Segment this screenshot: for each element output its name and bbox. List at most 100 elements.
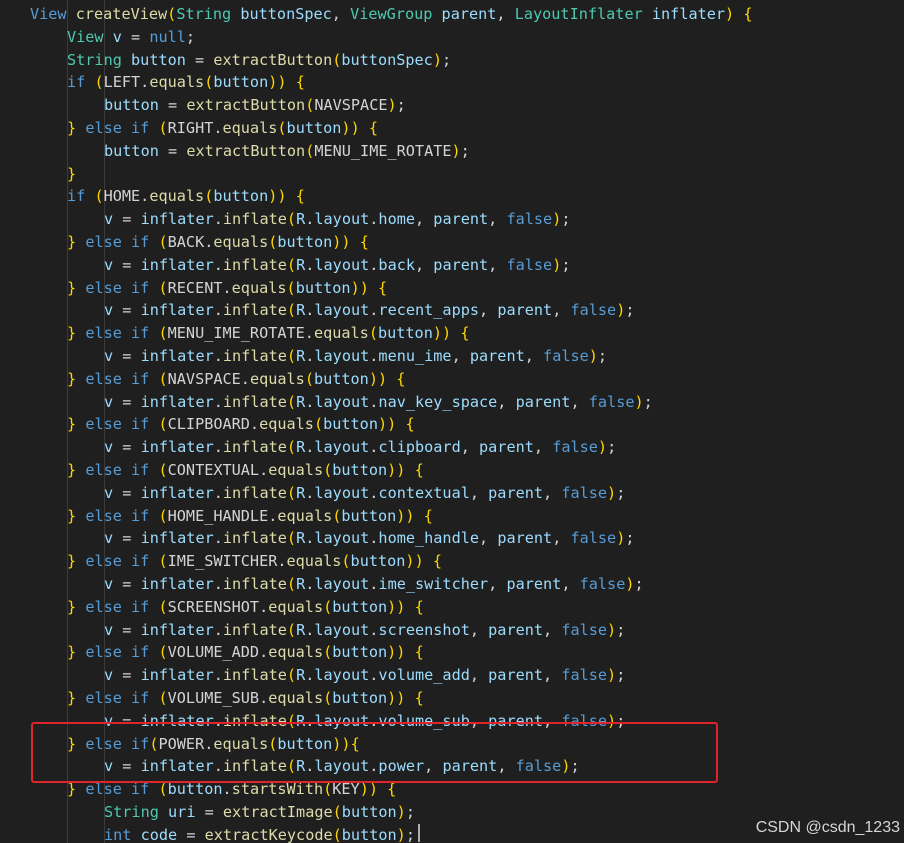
code-token: RIGHT.	[167, 119, 223, 137]
code-token: false	[543, 347, 589, 365]
code-token: button	[131, 50, 186, 69]
code-token: button	[277, 233, 333, 251]
code-token: ,	[543, 666, 562, 685]
code-token: (	[158, 689, 168, 707]
code-token: parent	[515, 392, 571, 411]
code-editor[interactable]: View createView(String buttonSpec, ViewG…	[0, 0, 904, 843]
code-token: home_handle	[378, 529, 480, 548]
code-token: NAVSPACE.	[167, 369, 250, 388]
code-token: =	[113, 392, 141, 411]
code-token: =	[113, 483, 141, 502]
code-token: HOME_HANDLE.	[167, 506, 278, 525]
code-token: layout	[314, 438, 370, 457]
code-token: =	[113, 255, 141, 274]
code-token: ,	[488, 255, 507, 274]
code-token: inflater	[140, 620, 214, 639]
code-token: .	[213, 392, 223, 411]
code-token: (	[323, 461, 333, 479]
code-token: ;	[616, 666, 626, 685]
code-token: (	[332, 50, 342, 69]
code-token: ;	[405, 803, 415, 821]
code-token: R	[296, 301, 306, 320]
code-token: else if	[85, 643, 150, 662]
code-token: )	[725, 5, 735, 23]
code-token: else if	[85, 552, 150, 571]
code-token: false	[552, 438, 598, 457]
code-token: =	[195, 803, 223, 821]
code-token: button	[104, 96, 159, 115]
code-token: ))	[341, 119, 360, 137]
code-token: ,	[469, 620, 489, 639]
code-token: (	[305, 141, 315, 160]
code-token: {	[396, 369, 406, 388]
watermark: CSDN @csdn_1233	[755, 819, 900, 836]
code-token: else if	[85, 506, 150, 525]
code-token: )	[432, 50, 442, 69]
code-token: if	[67, 73, 86, 92]
code-token: v	[104, 438, 114, 457]
code-token: ,	[552, 301, 571, 320]
code-token: }	[67, 324, 77, 343]
code-token: extractKeycode	[204, 825, 333, 843]
code-token: (	[286, 666, 297, 685]
code-token: (	[286, 438, 297, 457]
code-token: (	[286, 575, 297, 593]
code-token: ,	[570, 392, 589, 411]
code-token: )	[616, 529, 626, 548]
code-token: inflate	[222, 301, 287, 320]
code-token: button	[332, 689, 388, 707]
code-token: =	[121, 27, 150, 46]
code-token: {	[295, 73, 305, 92]
code-token: back	[378, 255, 415, 274]
code-token: inflater	[140, 438, 214, 457]
code-token: {	[378, 278, 388, 297]
code-token: {	[423, 506, 433, 525]
code-token: ,	[479, 301, 498, 320]
code-token: false	[506, 210, 553, 229]
code-token: ;	[185, 27, 196, 46]
code-token: layout	[314, 301, 370, 320]
code-token: (	[323, 689, 333, 707]
code-token: equals	[313, 324, 369, 343]
code-token: ,	[331, 5, 351, 23]
code-token: false	[579, 575, 626, 593]
code-token: =	[113, 301, 141, 320]
code-token: }	[67, 461, 77, 479]
code-line: button = extractButton(NAVSPACE);	[104, 94, 406, 117]
code-token: }	[67, 278, 77, 297]
code-token: button	[332, 461, 388, 479]
code-token: {	[743, 5, 753, 23]
code-token: (	[323, 597, 333, 616]
code-token: (	[204, 187, 214, 206]
code-token: ;	[396, 96, 406, 115]
code-token: (	[286, 210, 297, 229]
code-token: ))	[387, 461, 406, 479]
code-token: volume_add	[378, 666, 470, 685]
code-token: (	[94, 73, 104, 92]
code-token: ,	[561, 575, 580, 593]
code-token: parent	[469, 347, 525, 365]
code-token: }	[67, 689, 77, 707]
code-token: IME_SWITCHER.	[167, 552, 287, 571]
code-token: false	[570, 529, 617, 548]
code-line: } else if (VOLUME_SUB.equals(button)) {	[67, 687, 424, 710]
code-token: inflater	[140, 483, 214, 502]
code-token: extractImage	[222, 803, 333, 821]
code-token: (	[341, 552, 351, 571]
code-token: layout	[314, 255, 370, 274]
code-token: VOLUME_ADD.	[167, 643, 269, 662]
code-token: (	[158, 461, 168, 479]
code-token: .	[213, 210, 223, 229]
code-token: )	[607, 666, 617, 685]
code-token: ))	[268, 73, 287, 92]
